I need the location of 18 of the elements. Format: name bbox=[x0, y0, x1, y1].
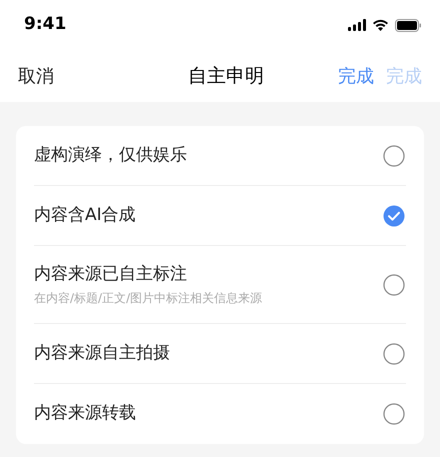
option-label: 内容来源已自主标注 bbox=[34, 262, 188, 286]
radio-unchecked-icon[interactable] bbox=[383, 403, 405, 425]
radio-unchecked-icon[interactable] bbox=[383, 342, 405, 364]
option-label: 内容含AI合成 bbox=[34, 204, 136, 227]
page-title: 自主申明 bbox=[188, 64, 264, 89]
option-label: 内容来源转载 bbox=[34, 402, 136, 426]
cancel-button[interactable]: 取消 bbox=[18, 62, 54, 90]
radio-unchecked-icon[interactable] bbox=[383, 274, 405, 296]
wifi-icon bbox=[372, 19, 389, 31]
option-hint: 在内容/标题/正文/图片中标注相关信息来源 bbox=[34, 290, 262, 308]
battery-icon bbox=[395, 18, 422, 32]
status-time: 9:41 bbox=[24, 13, 66, 36]
radio-checked-icon[interactable] bbox=[383, 204, 405, 226]
signal-icon bbox=[348, 19, 366, 31]
option-label: 虚构演绎，仅供娱乐 bbox=[34, 144, 187, 167]
radio-unchecked-icon[interactable] bbox=[383, 144, 405, 166]
done-button[interactable]: 完成 bbox=[338, 62, 374, 90]
option-label: 内容来源自主拍摄 bbox=[34, 342, 170, 365]
